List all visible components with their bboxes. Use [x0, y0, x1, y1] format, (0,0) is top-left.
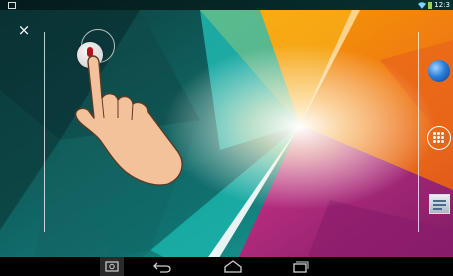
close-button[interactable]: ×: [14, 20, 34, 40]
hand-pointer-icon: [75, 55, 183, 186]
apps-button[interactable]: [427, 126, 451, 150]
home-button[interactable]: [221, 257, 245, 276]
wallpaper: [0, 0, 453, 276]
wifi-icon: [418, 1, 427, 9]
apps-grid-icon: [433, 132, 444, 143]
notification-icon: [8, 2, 16, 9]
status-indicators: 12:3: [418, 0, 450, 10]
navigation-bar: [0, 257, 453, 276]
screen: 12:3 ×: [0, 0, 453, 276]
status-time: 12:3: [434, 1, 450, 9]
battery-icon: [428, 1, 433, 9]
back-button[interactable]: [150, 257, 174, 276]
status-bar: 12:3: [0, 0, 453, 10]
edit-area-right-line: [418, 32, 419, 232]
settings-icon[interactable]: [429, 194, 450, 214]
screenshot-button[interactable]: [100, 257, 124, 276]
recent-apps-button[interactable]: [288, 257, 312, 276]
edit-area-left-line: [44, 32, 45, 232]
globe-icon[interactable]: [428, 60, 450, 82]
close-icon: ×: [17, 21, 31, 39]
